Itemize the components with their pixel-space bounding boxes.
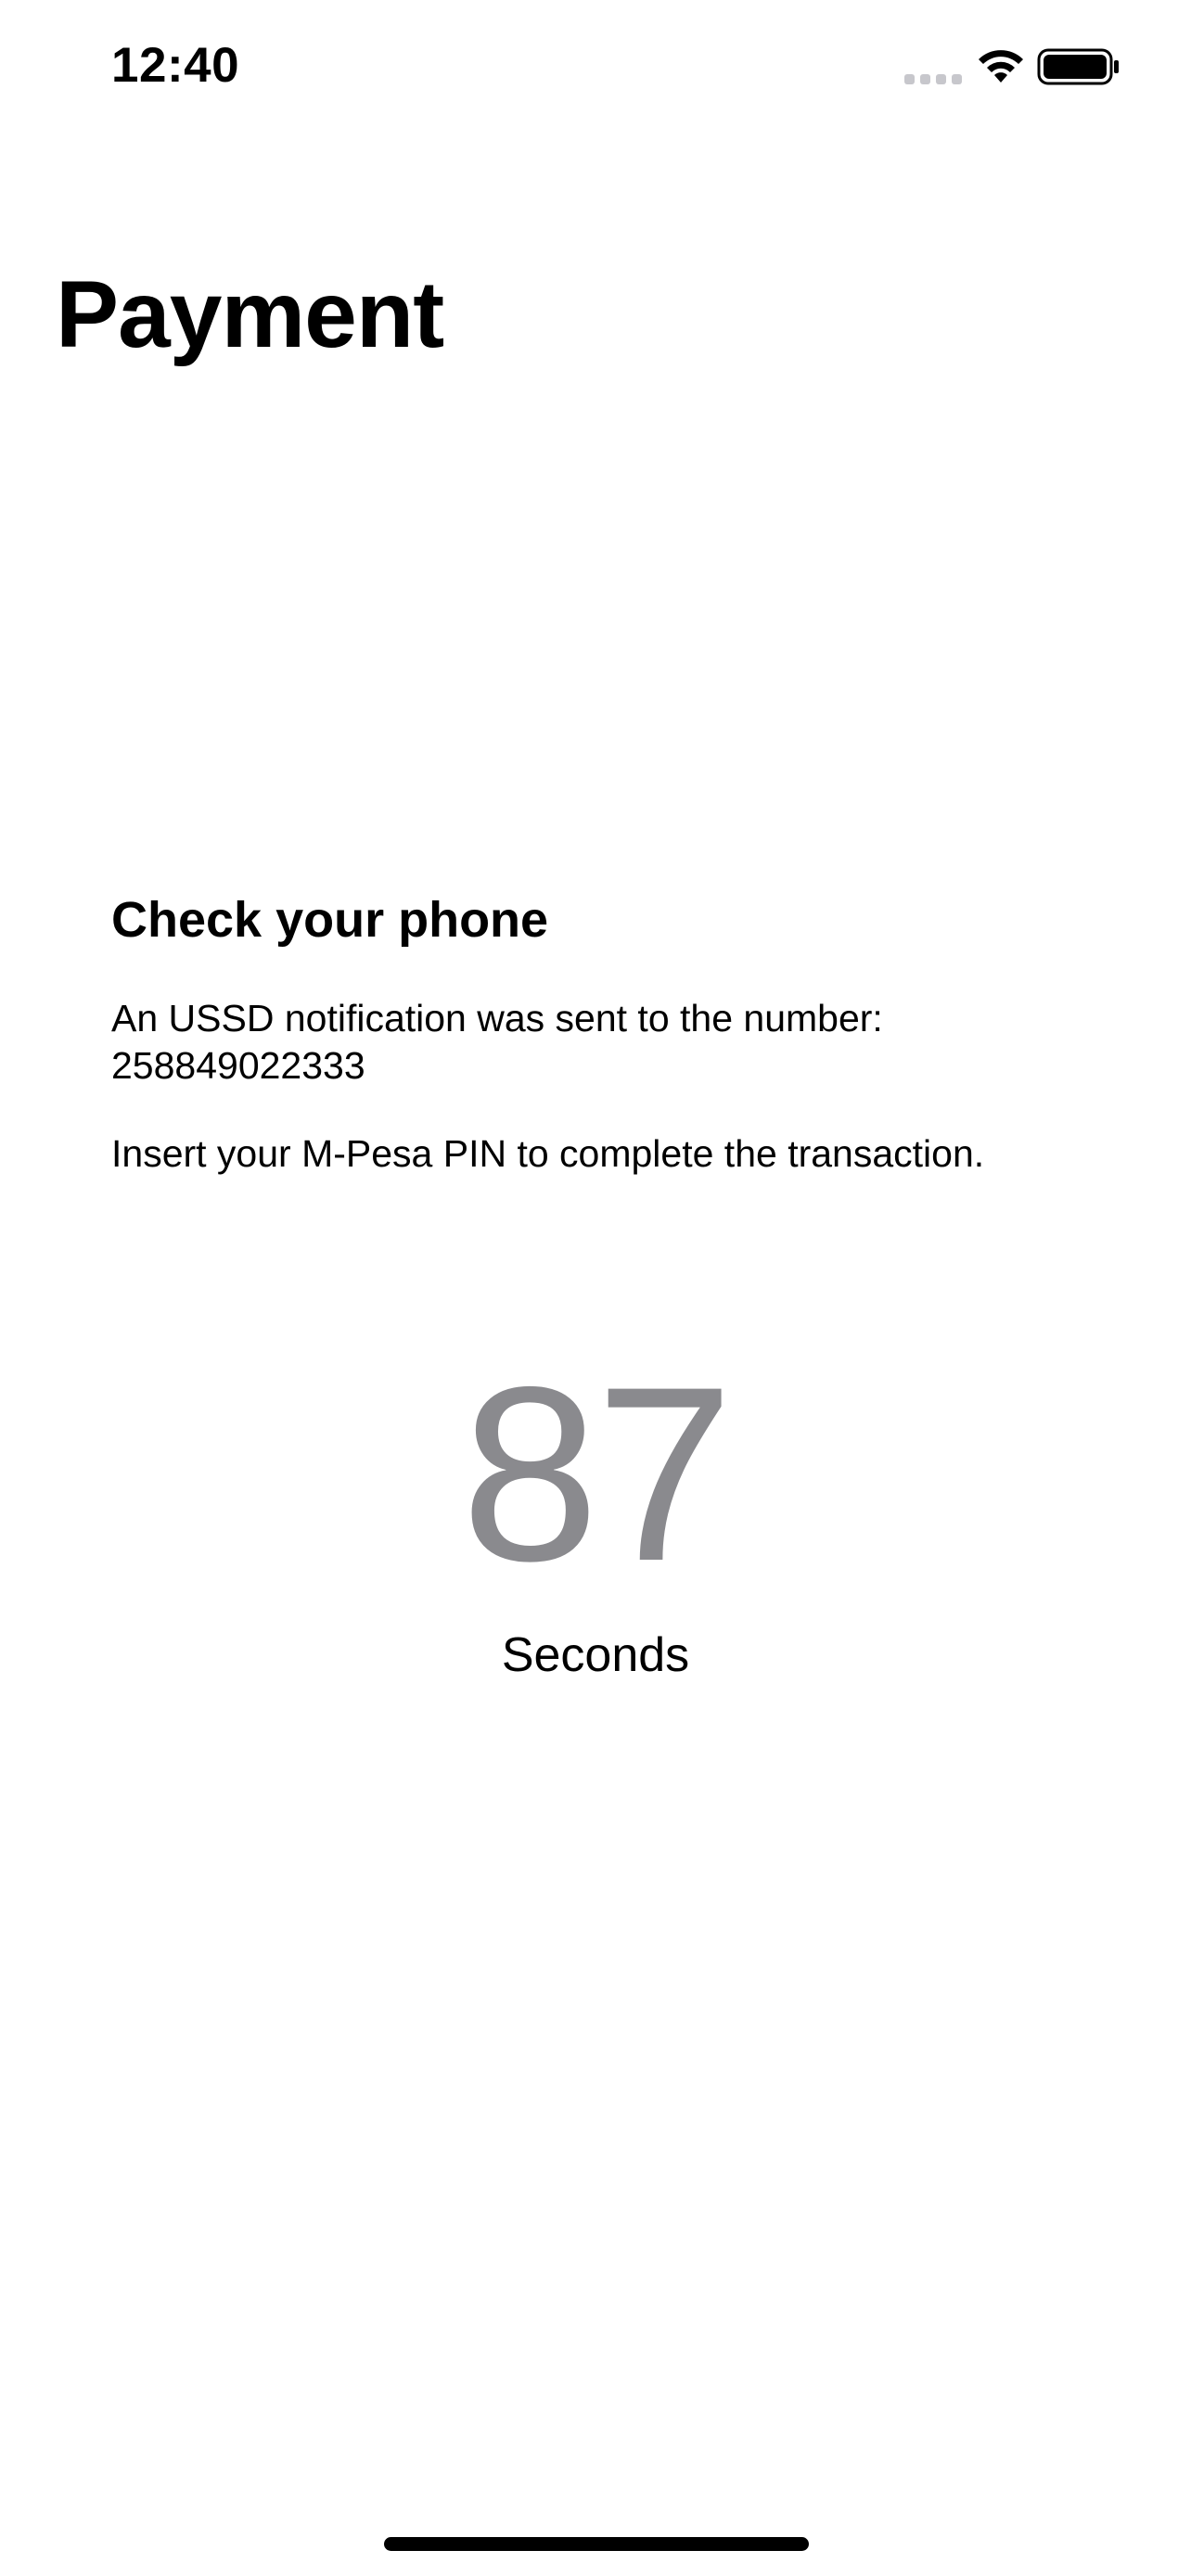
countdown-unit-label: Seconds — [501, 1628, 690, 1682]
cellular-signal-icon — [904, 74, 962, 84]
status-bar: 12:40 — [0, 0, 1191, 130]
phone-number: 258849022333 — [111, 1043, 365, 1087]
payment-notice: Check your phone An USSD notification wa… — [111, 890, 1080, 1178]
home-indicator[interactable] — [384, 2537, 809, 2551]
notice-message: An USSD notification was sent to the num… — [111, 996, 883, 1039]
countdown-value: 87 — [460, 1334, 734, 1613]
status-time: 12:40 — [111, 38, 240, 93]
pin-instruction: Insert your M-Pesa PIN to complete the t… — [111, 1131, 985, 1175]
page-title: Payment — [56, 261, 444, 367]
countdown-timer: 87 — [0, 1349, 1191, 1598]
wifi-icon — [979, 50, 1023, 83]
notice-heading: Check your phone — [111, 892, 549, 948]
battery-icon — [1037, 48, 1119, 85]
